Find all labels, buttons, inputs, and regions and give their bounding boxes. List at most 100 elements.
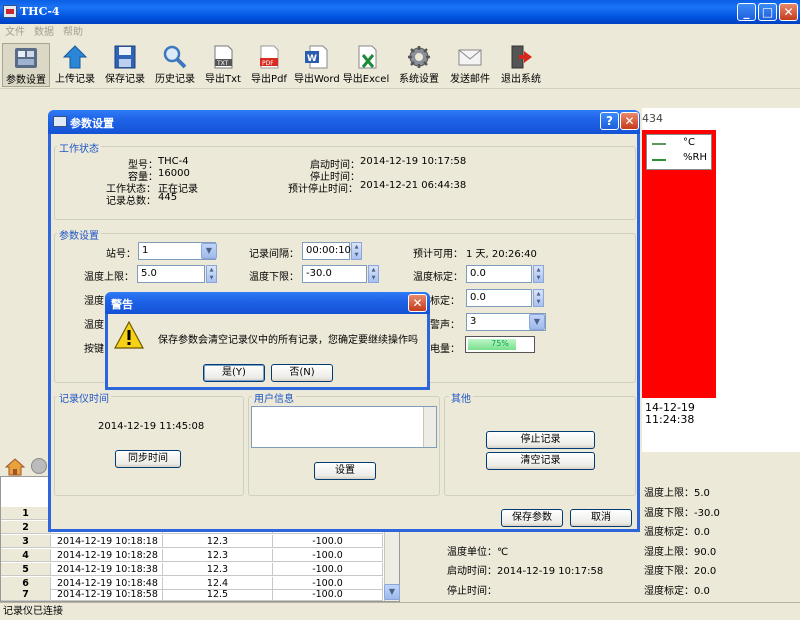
hum-label-partial: 湿度	[84, 296, 104, 307]
toolbar-export-word-button[interactable]: W 导出Word	[294, 43, 340, 87]
word-file-icon: W	[303, 45, 329, 69]
param-dialog-title-bar: 参数设置 ? ✕	[48, 110, 640, 134]
params-legend: 参数设置	[57, 227, 101, 242]
toolbar-system-settings-button[interactable]: 系统设置	[396, 43, 442, 87]
cancel-button[interactable]: 取消	[570, 509, 632, 527]
save-params-button[interactable]: 保存参数	[501, 509, 563, 527]
hum-cal-input[interactable]: 0.0	[466, 289, 532, 307]
close-button[interactable]: ✕	[779, 3, 798, 21]
warning-message: 保存参数会清空记录仪中的所有记录，您确定要继续操作吗	[158, 335, 418, 346]
toolbar-save-button[interactable]: 保存记录	[102, 43, 148, 87]
logger-time-group	[54, 396, 244, 496]
interval-label: 记录间隔：	[249, 249, 299, 260]
toolbar-export-excel-button[interactable]: 导出Excel	[342, 43, 390, 87]
no-button[interactable]: 否(N)	[271, 364, 333, 382]
temp-high-label: 温度上限：	[84, 272, 134, 283]
stop-record-button[interactable]: 停止记录	[486, 431, 595, 449]
help-button[interactable]: ?	[600, 112, 619, 130]
legend-line-hum	[652, 159, 666, 161]
menu-help[interactable]: 帮助	[63, 24, 83, 41]
user-info-scrollbar[interactable]	[423, 407, 436, 447]
param-dialog-close-button[interactable]: ✕	[620, 112, 639, 130]
battery-label: 电量：	[430, 344, 460, 355]
total-label: 记录总数：	[106, 196, 156, 207]
toolbar: 参数设置 上传记录 保存记录 历史记录 TXT 导出Txt PDF 导出Pdf …	[0, 41, 800, 89]
temp-cal-input[interactable]: 0.0	[466, 265, 532, 283]
yes-button[interactable]: 是(Y)	[203, 364, 265, 382]
hum-cal-stepper[interactable]: ▲ ▼	[533, 289, 544, 307]
save-icon	[112, 45, 138, 69]
temp-high-stepper[interactable]: ▲ ▼	[206, 265, 217, 283]
menu-data[interactable]: 数据	[34, 24, 54, 41]
clear-record-button[interactable]: 清空记录	[486, 452, 595, 470]
chevron-down-icon[interactable]: ▼	[529, 314, 545, 330]
search-icon	[162, 45, 188, 69]
temp-cal-label: 温度标定：	[413, 272, 463, 283]
capacity-value: 16000	[158, 168, 190, 179]
table-row: 3 2014-12-19 10:18:18 12.3 -100.0	[1, 535, 385, 548]
legend-line-temp	[652, 143, 666, 145]
legend-hum: %RH	[683, 152, 707, 163]
start-value: 2014-12-19 10:17:58	[360, 156, 467, 167]
interval-input[interactable]: 00:00:10	[302, 242, 351, 260]
table-row: 5 2014-12-19 10:18:38 12.3 -100.0	[1, 563, 385, 576]
temp-cal-stepper[interactable]: ▲ ▼	[533, 265, 544, 283]
chart-legend: °C %RH	[646, 134, 712, 170]
expected-stop-label: 预计停止时间：	[288, 184, 358, 195]
maximize-button[interactable]: □	[758, 3, 777, 21]
warning-close-button[interactable]: ✕	[408, 294, 427, 312]
legend-temp: °C	[683, 137, 695, 148]
txt-file-icon: TXT	[210, 45, 236, 69]
window-title: THC-4	[20, 5, 60, 18]
gear-icon	[406, 45, 432, 69]
total-value: 445	[158, 192, 178, 203]
svg-text:W: W	[307, 54, 317, 64]
chart-time-clock: 11:24:38	[645, 413, 695, 426]
toolbar-export-txt-button[interactable]: TXT 导出Txt	[202, 43, 244, 87]
upload-icon	[62, 45, 88, 69]
alarm-label: 警声：	[430, 320, 460, 331]
toolbar-exit-button[interactable]: 退出系统	[498, 43, 544, 87]
home-icon[interactable]	[4, 458, 26, 476]
minimize-button[interactable]: _	[737, 3, 756, 21]
station-label: 站号：	[106, 249, 136, 260]
info-hum-cal: 湿度标定：0.0	[644, 586, 710, 597]
settings-icon	[13, 46, 39, 70]
temp-label-partial: 温度	[84, 320, 104, 331]
chevron-down-icon[interactable]: ▼	[201, 243, 217, 259]
menu-bar: 文件 数据 帮助	[0, 24, 800, 41]
table-row: 4 2014-12-19 10:18:28 12.3 -100.0	[1, 549, 385, 562]
toolbar-export-pdf-button[interactable]: PDF 导出Pdf	[248, 43, 290, 87]
set-user-info-button[interactable]: 设置	[314, 462, 376, 480]
available-label: 预计可用：	[413, 249, 463, 260]
back-icon[interactable]	[31, 458, 47, 474]
hum-cal-label: 标定：	[430, 296, 460, 307]
toolbar-history-button[interactable]: 历史记录	[152, 43, 198, 87]
info-hum-low: 湿度下限：20.0	[644, 566, 717, 577]
svg-text:TXT: TXT	[216, 60, 229, 67]
warning-icon	[113, 320, 145, 352]
user-info-textarea[interactable]	[251, 406, 437, 448]
user-info-legend: 用户信息	[252, 390, 296, 405]
sync-time-button[interactable]: 同步时间	[115, 450, 181, 468]
toolbar-send-mail-button[interactable]: 发送邮件	[446, 43, 494, 87]
temp-low-label: 温度下限：	[249, 272, 299, 283]
toolbar-upload-button[interactable]: 上传记录	[52, 43, 98, 87]
window-title-bar: THC-4 _ □ ✕	[0, 0, 800, 24]
table-row: 7 2014-12-19 10:18:58 12.5 -100.0	[1, 588, 385, 601]
scroll-down-icon[interactable]: ▼	[384, 584, 400, 600]
temp-low-input[interactable]: -30.0	[302, 265, 367, 283]
interval-stepper[interactable]: ▲ ▼	[351, 242, 362, 260]
expected-stop-value: 2014-12-21 06:44:38	[360, 180, 467, 191]
menu-file[interactable]: 文件	[5, 24, 25, 41]
info-temp-unit: 温度单位：℃	[447, 547, 509, 558]
temp-low-stepper[interactable]: ▲ ▼	[368, 265, 379, 283]
temp-high-input[interactable]: 5.0	[137, 265, 205, 283]
app-icon	[3, 5, 17, 18]
info-temp-low: 温度下限：-30.0	[644, 508, 720, 519]
toolbar-param-settings-button[interactable]: 参数设置	[2, 43, 50, 87]
available-value: 1 天, 20:26:40	[466, 249, 537, 260]
logger-time-legend: 记录仪时间	[57, 390, 111, 405]
dialog-app-icon	[53, 116, 67, 127]
work-state-legend: 工作状态	[57, 140, 101, 155]
